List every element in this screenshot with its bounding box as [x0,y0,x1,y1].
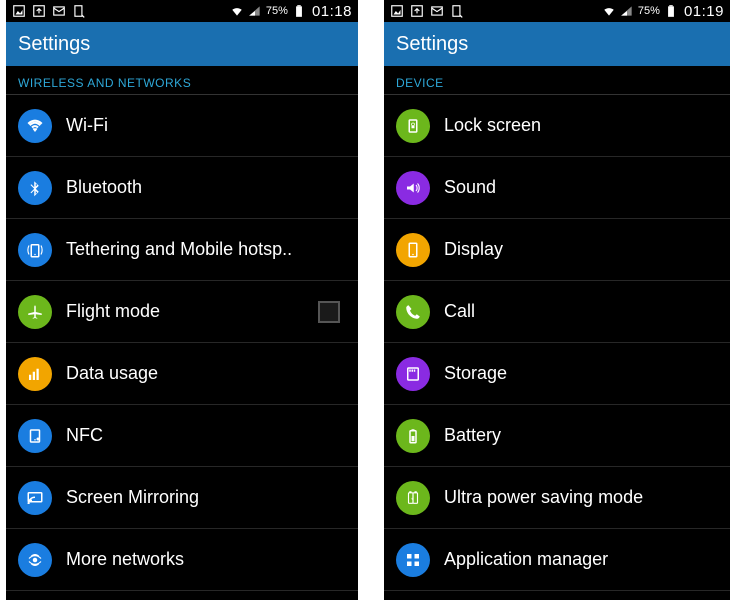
item-label: Display [444,239,503,260]
storage-icon [396,357,430,391]
signal-icon [248,4,262,18]
settings-item-display[interactable]: Display [384,219,730,281]
item-label: Sound [444,177,496,198]
settings-item-storage[interactable]: Storage [384,343,730,405]
item-label: Storage [444,363,507,384]
share-icon [410,4,424,18]
settings-item-nfc[interactable]: NFC [6,405,358,467]
settings-item-data-usage[interactable]: Data usage [6,343,358,405]
item-label: Tethering and Mobile hotsp.. [66,239,292,260]
settings-item-hotspot[interactable]: Tethering and Mobile hotsp.. [6,219,358,281]
phone-screen-left: 75% 01:18 Settings WIRELESS AND NETWORKS… [6,0,358,600]
airplane-icon [18,295,52,329]
item-label: Bluetooth [66,177,142,198]
image-icon [12,4,26,18]
settings-item-apps[interactable]: Application manager [384,529,730,591]
nfc-icon [18,419,52,453]
next-section-hint [384,591,730,599]
item-label: NFC [66,425,103,446]
image-icon [390,4,404,18]
status-right-icons: 75% 01:18 [230,3,352,20]
apps-icon [396,543,430,577]
settings-item-mirroring[interactable]: Screen Mirroring [6,467,358,529]
flight-mode-checkbox[interactable] [318,301,340,323]
status-left-icons [12,4,86,18]
wifi-icon [18,109,52,143]
wifi-status-icon [602,4,616,18]
settings-item-battery[interactable]: Battery [384,405,730,467]
battery-text: 75% [638,5,660,17]
bluetooth-icon [18,171,52,205]
doc-icon [450,4,464,18]
item-label: Flight mode [66,301,160,322]
status-right-icons: 75% 01:19 [602,3,724,20]
item-label: Call [444,301,475,322]
mail-icon [430,4,444,18]
item-label: More networks [66,549,184,570]
status-left-icons [390,4,464,18]
settings-item-lock-screen[interactable]: Lock screen [384,95,730,157]
mail-icon [52,4,66,18]
lock-screen-icon [396,109,430,143]
section-header: WIRELESS AND NETWORKS [6,66,358,95]
settings-list: Lock screen Sound Display Call Storage Batter… [384,95,730,591]
data-usage-icon [18,357,52,391]
settings-item-sound[interactable]: Sound [384,157,730,219]
doc-icon [72,4,86,18]
share-icon [32,4,46,18]
settings-item-wifi[interactable]: Wi-Fi [6,95,358,157]
signal-icon [620,4,634,18]
clock-text: 01:19 [684,3,724,20]
settings-list: Wi-Fi Bluetooth Tethering and Mobile hotsp… [6,95,358,591]
mirroring-icon [18,481,52,515]
settings-item-more-networks[interactable]: More networks [6,529,358,591]
power-saving-icon [396,481,430,515]
sound-icon [396,171,430,205]
titlebar: Settings [384,22,730,66]
wifi-status-icon [230,4,244,18]
page-title: Settings [396,33,468,56]
item-label: Data usage [66,363,158,384]
call-icon [396,295,430,329]
battery-icon [396,419,430,453]
clock-text: 01:18 [312,3,352,20]
settings-item-call[interactable]: Call [384,281,730,343]
item-label: Screen Mirroring [66,487,199,508]
item-label: Ultra power saving mode [444,487,643,508]
page-title: Settings [18,33,90,56]
status-bar: 75% 01:19 [384,0,730,22]
item-label: Application manager [444,549,608,570]
battery-icon [292,4,306,18]
settings-item-bluetooth[interactable]: Bluetooth [6,157,358,219]
battery-icon [664,4,678,18]
section-header: DEVICE [384,66,730,95]
display-icon [396,233,430,267]
battery-text: 75% [266,5,288,17]
settings-item-airplane[interactable]: Flight mode [6,281,358,343]
status-bar: 75% 01:18 [6,0,358,22]
settings-item-power-saving[interactable]: Ultra power saving mode [384,467,730,529]
item-label: Wi-Fi [66,115,108,136]
more-networks-icon [18,543,52,577]
hotspot-icon [18,233,52,267]
phone-screen-right: 75% 01:19 Settings DEVICE Lock screen Sou… [384,0,730,600]
item-label: Battery [444,425,501,446]
titlebar: Settings [6,22,358,66]
item-label: Lock screen [444,115,541,136]
